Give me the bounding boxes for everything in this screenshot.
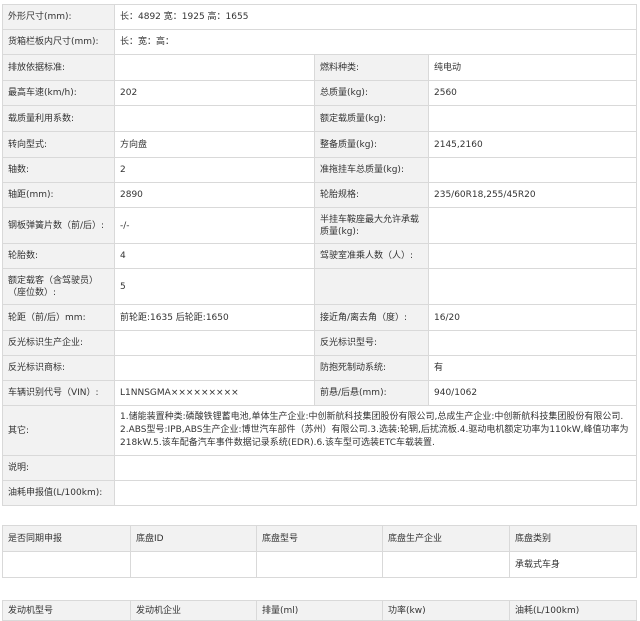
spec-label: 轮胎规格: <box>314 182 429 208</box>
spec-value: 前轮距:1635 后轮距:1650 <box>114 304 315 331</box>
spec-label: 准拖挂车总质量(kg): <box>314 157 429 183</box>
spec-row: 钢板弹簧片数（前/后）: -/- 半挂车鞍座最大允许承载质量(kg): <box>2 207 638 244</box>
chassis-header-cell: 底盘型号 <box>256 525 383 552</box>
spec-label: 转向型式: <box>2 131 115 158</box>
spec-label: 轮距（前/后）mm: <box>2 304 115 331</box>
spec-label: 驾驶室准乘人数（人）: <box>314 243 429 269</box>
spec-row: 反光标识生产企业: 反光标识型号: <box>2 330 638 356</box>
spec-value: 940/1062 <box>427 380 638 406</box>
spec-value: 2 <box>114 157 315 183</box>
spec-label: 油耗申报值(L/100km): <box>2 480 115 506</box>
chassis-header-cell: 底盘类别 <box>509 525 637 552</box>
spec-value: 长：4892 宽：1925 高：1655 <box>113 4 638 30</box>
chassis-header-cell: 是否同期申报 <box>2 525 131 552</box>
spec-value: 235/60R18,255/45R20 <box>427 182 638 208</box>
spec-label: 轮胎数: <box>2 243 115 269</box>
spec-value <box>427 207 638 244</box>
spec-value: 2560 <box>427 80 638 106</box>
spec-label: 燃料种类: <box>314 54 429 81</box>
spec-value: 有 <box>427 355 638 381</box>
spec-value <box>427 157 638 183</box>
spec-row: 轴数: 2 准拖挂车总质量(kg): <box>2 157 638 183</box>
spec-row: 轴距(mm): 2890 轮胎规格: 235/60R18,255/45R20 <box>2 182 638 208</box>
spec-label: 载质量利用系数: <box>2 105 115 132</box>
chassis-header-cell: 底盘生产企业 <box>382 525 510 552</box>
spec-row: 额定载客（含驾驶员）（座位数）: 5 <box>2 268 638 305</box>
spec-value: 16/20 <box>427 304 638 331</box>
spec-value <box>427 243 638 269</box>
chassis-header-row: 是否同期申报 底盘ID 底盘型号 底盘生产企业 底盘类别 <box>2 525 637 552</box>
spec-label: 钢板弹簧片数（前/后）: <box>2 207 115 244</box>
spec-value: 长：宽：高： <box>113 29 638 55</box>
spec-label: 其它: <box>2 405 115 456</box>
spec-row: 货箱栏板内尺寸(mm): 长：宽：高： <box>2 29 638 55</box>
spec-value: 4 <box>114 243 315 269</box>
chassis-cell <box>382 551 510 578</box>
spec-label: 排放依据标准: <box>2 54 115 81</box>
chassis-cell: 承载式车身 <box>509 551 637 578</box>
spec-value: 纯电动 <box>427 54 638 81</box>
spec-row: 外形尺寸(mm): 长：4892 宽：1925 高：1655 <box>2 4 638 30</box>
spec-value: 1.储能装置种类:磷酸铁锂蓄电池,单体生产企业:中创新航科技集团股份有限公司,总… <box>113 405 638 456</box>
spec-value <box>114 330 315 356</box>
spec-label: 最高车速(km/h): <box>2 80 115 106</box>
vehicle-spec-table: 外形尺寸(mm): 长：4892 宽：1925 高：1655 货箱栏板内尺寸(mm)… <box>2 4 638 506</box>
spec-label: 反光标识型号: <box>314 330 429 356</box>
spec-row: 油耗申报值(L/100km): <box>2 480 638 506</box>
spec-value: 2890 <box>114 182 315 208</box>
spec-label: 轴数: <box>2 157 115 183</box>
spec-row: 说明: <box>2 455 638 481</box>
spec-row: 轮距（前/后）mm: 前轮距:1635 后轮距:1650 接近角/离去角（度）: 16… <box>2 304 638 331</box>
spec-row: 其它: 1.储能装置种类:磷酸铁锂蓄电池,单体生产企业:中创新航科技集团股份有限公… <box>2 405 638 456</box>
spec-label: 前悬/后悬(mm): <box>314 380 429 406</box>
spec-row: 载质量利用系数: 额定载质量(kg): <box>2 105 638 132</box>
spec-value: 2145,2160 <box>427 131 638 158</box>
spec-label <box>314 268 429 305</box>
spec-row: 最高车速(km/h): 202 总质量(kg): 2560 <box>2 80 638 106</box>
spec-value <box>113 455 638 481</box>
spec-value <box>114 355 315 381</box>
spec-label: 说明: <box>2 455 115 481</box>
spec-label: 接近角/离去角（度）: <box>314 304 429 331</box>
spec-label: 额定载客（含驾驶员）（座位数）: <box>2 268 115 305</box>
spec-value: 202 <box>114 80 315 106</box>
spec-label: 半挂车鞍座最大允许承载质量(kg): <box>314 207 429 244</box>
spec-value: -/- <box>114 207 315 244</box>
spec-label: 外形尺寸(mm): <box>2 4 115 30</box>
spec-row: 车辆识别代号（VIN）: L1NNSGMA××××××××× 前悬/后悬(mm): 9… <box>2 380 638 406</box>
spec-label: 整备质量(kg): <box>314 131 429 158</box>
spec-label: 总质量(kg): <box>314 80 429 106</box>
spec-value: 5 <box>114 268 315 305</box>
spec-row: 反光标识商标: 防抱死制动系统: 有 <box>2 355 638 381</box>
chassis-cell <box>130 551 257 578</box>
spec-label: 防抱死制动系统: <box>314 355 429 381</box>
spec-label: 轴距(mm): <box>2 182 115 208</box>
spec-row: 轮胎数: 4 驾驶室准乘人数（人）: <box>2 243 638 269</box>
chassis-cell <box>2 551 131 578</box>
spec-value <box>427 105 638 132</box>
spec-row: 转向型式: 方向盘 整备质量(kg): 2145,2160 <box>2 131 638 158</box>
chassis-cell <box>256 551 383 578</box>
spec-label: 车辆识别代号（VIN）: <box>2 380 115 406</box>
spec-label: 反光标识生产企业: <box>2 330 115 356</box>
chassis-header-cell: 底盘ID <box>130 525 257 552</box>
chassis-table: 是否同期申报 底盘ID 底盘型号 底盘生产企业 底盘类别 承载式车身 <box>2 525 637 578</box>
spec-label: 额定载质量(kg): <box>314 105 429 132</box>
spec-value <box>114 54 315 81</box>
spec-value <box>427 268 638 305</box>
chassis-data-row: 承载式车身 <box>2 551 637 578</box>
spec-label: 反光标识商标: <box>2 355 115 381</box>
spec-value: 方向盘 <box>114 131 315 158</box>
spec-row: 排放依据标准: 燃料种类: 纯电动 <box>2 54 638 81</box>
spec-value: L1NNSGMA××××××××× <box>114 380 315 406</box>
spec-value <box>427 330 638 356</box>
spec-label: 货箱栏板内尺寸(mm): <box>2 29 115 55</box>
spec-value <box>113 480 638 506</box>
spec-value <box>114 105 315 132</box>
